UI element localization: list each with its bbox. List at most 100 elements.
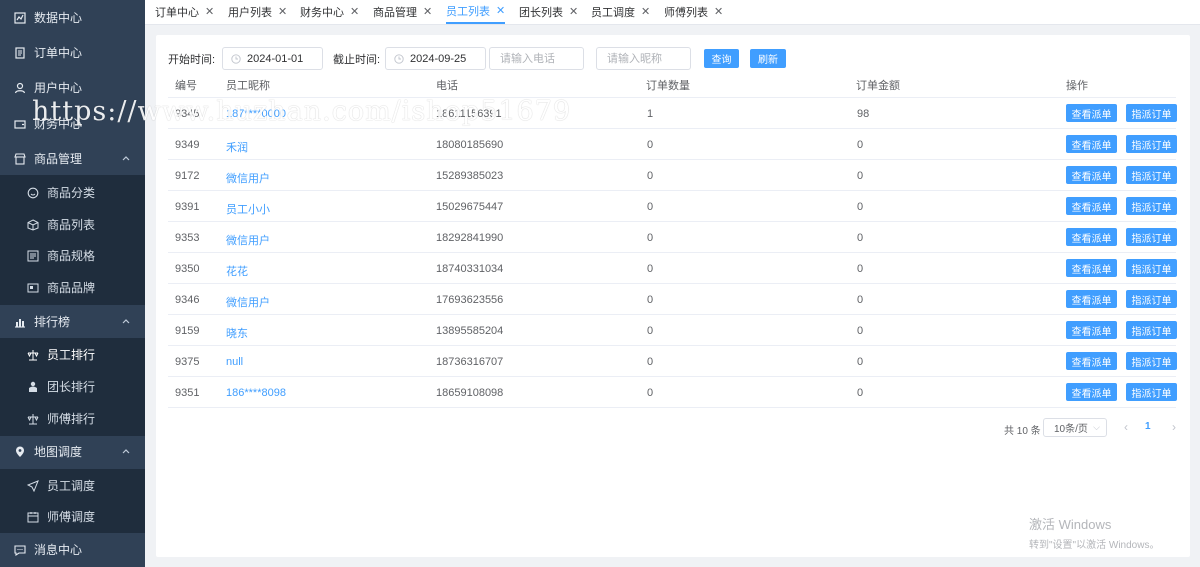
view-dispatch-button[interactable]: 查看派单	[1066, 104, 1117, 122]
close-icon[interactable]: ✕	[569, 6, 578, 18]
sidebar-item-goods-list[interactable]: 商品列表	[0, 209, 145, 240]
cell-nickname[interactable]: 晓东	[226, 325, 248, 341]
sidebar-item-goods-category[interactable]: 商品分类	[0, 177, 145, 208]
sidebar-item-leader-ranking[interactable]: 团长排行	[0, 371, 145, 402]
box-icon	[27, 218, 39, 231]
sidebar-item-master-dispatch[interactable]: 师傅调度	[0, 501, 145, 532]
end-date-picker[interactable]: 2024-09-25	[385, 47, 486, 70]
cell-nickname[interactable]: 187****0000	[226, 108, 286, 120]
assign-order-button[interactable]: 指派订单	[1126, 135, 1177, 153]
cell-nickname[interactable]: 员工小小	[226, 201, 270, 217]
close-icon[interactable]: ✕	[350, 6, 359, 18]
view-dispatch-button[interactable]: 查看派单	[1066, 321, 1117, 339]
close-icon[interactable]: ✕	[205, 6, 214, 18]
assign-order-button[interactable]: 指派订单	[1126, 259, 1177, 277]
next-page-button[interactable]: ›	[1167, 420, 1181, 434]
assign-order-button[interactable]: 指派订单	[1126, 166, 1177, 184]
sidebar-item-staff-dispatch[interactable]: 员工调度	[0, 470, 145, 501]
tab-staff-list[interactable]: 员工列表 ✕	[446, 0, 506, 24]
close-icon[interactable]: ✕	[278, 6, 287, 18]
table-row: 9345 187****0000 18611156391 1 98 查看派单 指…	[168, 98, 1177, 129]
cell-id: 9349	[175, 139, 200, 151]
page-number-current[interactable]: 1	[1145, 421, 1151, 432]
cell-nickname[interactable]: 微信用户	[226, 170, 270, 186]
page-size-select[interactable]: 10条/页 ⌵	[1043, 418, 1107, 437]
cell-nickname[interactable]: null	[226, 356, 243, 368]
sidebar-item-label: 订单中心	[34, 46, 83, 60]
sidebar-item-master-ranking[interactable]: 师傅排行	[0, 403, 145, 434]
header-order-count: 订单数量	[646, 80, 690, 92]
tab-goods-management[interactable]: 商品管理 ✕	[373, 0, 432, 24]
cell-order-amount: 0	[857, 201, 864, 213]
table-row: 9159 晓东 13895585204 0 0 查看派单 指派订单	[168, 315, 1177, 346]
assign-order-button[interactable]: 指派订单	[1126, 104, 1177, 122]
tab-user-list[interactable]: 用户列表 ✕	[228, 0, 287, 24]
bar-chart-icon	[14, 316, 26, 328]
cell-nickname[interactable]: 186****8098	[226, 387, 286, 399]
prev-page-button[interactable]: ‹	[1119, 420, 1133, 434]
chevron-up-icon	[122, 319, 130, 324]
cell-phone: 18740331034	[436, 263, 504, 275]
sidebar-item-order-center[interactable]: 订单中心	[0, 37, 145, 68]
assign-order-button[interactable]: 指派订单	[1126, 321, 1177, 339]
clock-icon	[231, 53, 241, 64]
view-dispatch-button[interactable]: 查看派单	[1066, 383, 1117, 401]
sidebar-item-ranking[interactable]: 排行榜	[0, 306, 145, 337]
assign-order-button[interactable]: 指派订单	[1126, 197, 1177, 215]
cell-nickname[interactable]: 微信用户	[226, 232, 270, 248]
tab-master-list[interactable]: 师傅列表 ✕	[664, 0, 723, 24]
table-row: 9375 null 18736316707 0 0 查看派单 指派订单	[168, 346, 1177, 377]
cell-id: 9350	[175, 263, 200, 275]
tab-order-center[interactable]: 订单中心 ✕	[155, 0, 214, 24]
view-dispatch-button[interactable]: 查看派单	[1066, 166, 1117, 184]
tab-label: 员工调度	[591, 7, 635, 19]
cell-order-count: 0	[647, 139, 654, 151]
close-icon[interactable]: ✕	[496, 5, 505, 17]
cell-nickname[interactable]: 禾润	[226, 139, 248, 155]
cell-order-amount: 0	[857, 325, 864, 337]
sidebar-item-staff-ranking[interactable]: 员工排行	[0, 339, 145, 370]
tab-leader-list[interactable]: 团长列表 ✕	[519, 0, 578, 24]
view-dispatch-button[interactable]: 查看派单	[1066, 259, 1117, 277]
sidebar-item-label: 数据中心	[34, 11, 83, 25]
tab-staff-dispatch[interactable]: 员工调度 ✕	[591, 0, 650, 24]
sidebar-item-finance-center[interactable]: 财务中心	[0, 108, 145, 139]
view-dispatch-button[interactable]: 查看派单	[1066, 290, 1117, 308]
close-icon[interactable]: ✕	[714, 6, 723, 18]
refresh-button[interactable]: 刷新	[750, 49, 786, 68]
tab-label: 员工列表	[446, 6, 490, 18]
view-dispatch-button[interactable]: 查看派单	[1066, 197, 1117, 215]
sidebar-item-message-center[interactable]: 消息中心	[0, 534, 145, 565]
cell-order-amount: 98	[857, 108, 870, 120]
sidebar-item-map-dispatch[interactable]: 地图调度	[0, 436, 145, 467]
view-dispatch-button[interactable]: 查看派单	[1066, 135, 1117, 153]
cell-nickname[interactable]: 微信用户	[226, 294, 270, 310]
location-icon	[14, 446, 26, 458]
sidebar-item-goods-management[interactable]: 商品管理	[0, 143, 145, 174]
cell-phone: 18080185690	[436, 139, 504, 151]
view-dispatch-button[interactable]: 查看派单	[1066, 228, 1117, 246]
nickname-input[interactable]	[596, 47, 691, 70]
assign-order-button[interactable]: 指派订单	[1126, 383, 1177, 401]
assign-order-button[interactable]: 指派订单	[1126, 352, 1177, 370]
cell-id: 9346	[175, 294, 200, 306]
phone-input[interactable]	[489, 47, 584, 70]
sidebar-item-goods-brand[interactable]: 商品品牌	[0, 272, 145, 303]
start-date-picker[interactable]: 2024-01-01	[222, 47, 323, 70]
cell-order-amount: 0	[857, 294, 864, 306]
cell-id: 9345	[175, 108, 200, 120]
tab-label: 商品管理	[373, 7, 417, 19]
header-order-amount: 订单金额	[856, 80, 900, 92]
assign-order-button[interactable]: 指派订单	[1126, 290, 1177, 308]
sidebar-item-user-center[interactable]: 用户中心	[0, 72, 145, 103]
close-icon[interactable]: ✕	[423, 6, 432, 18]
sidebar-item-goods-spec[interactable]: 商品规格	[0, 240, 145, 271]
scale-icon	[27, 349, 39, 361]
sidebar-item-data-center[interactable]: 数据中心	[0, 2, 145, 33]
assign-order-button[interactable]: 指派订单	[1126, 228, 1177, 246]
query-button[interactable]: 查询	[704, 49, 739, 68]
cell-nickname[interactable]: 花花	[226, 263, 248, 279]
tab-finance-center[interactable]: 财务中心 ✕	[300, 0, 359, 24]
view-dispatch-button[interactable]: 查看派单	[1066, 352, 1117, 370]
close-icon[interactable]: ✕	[641, 6, 650, 18]
